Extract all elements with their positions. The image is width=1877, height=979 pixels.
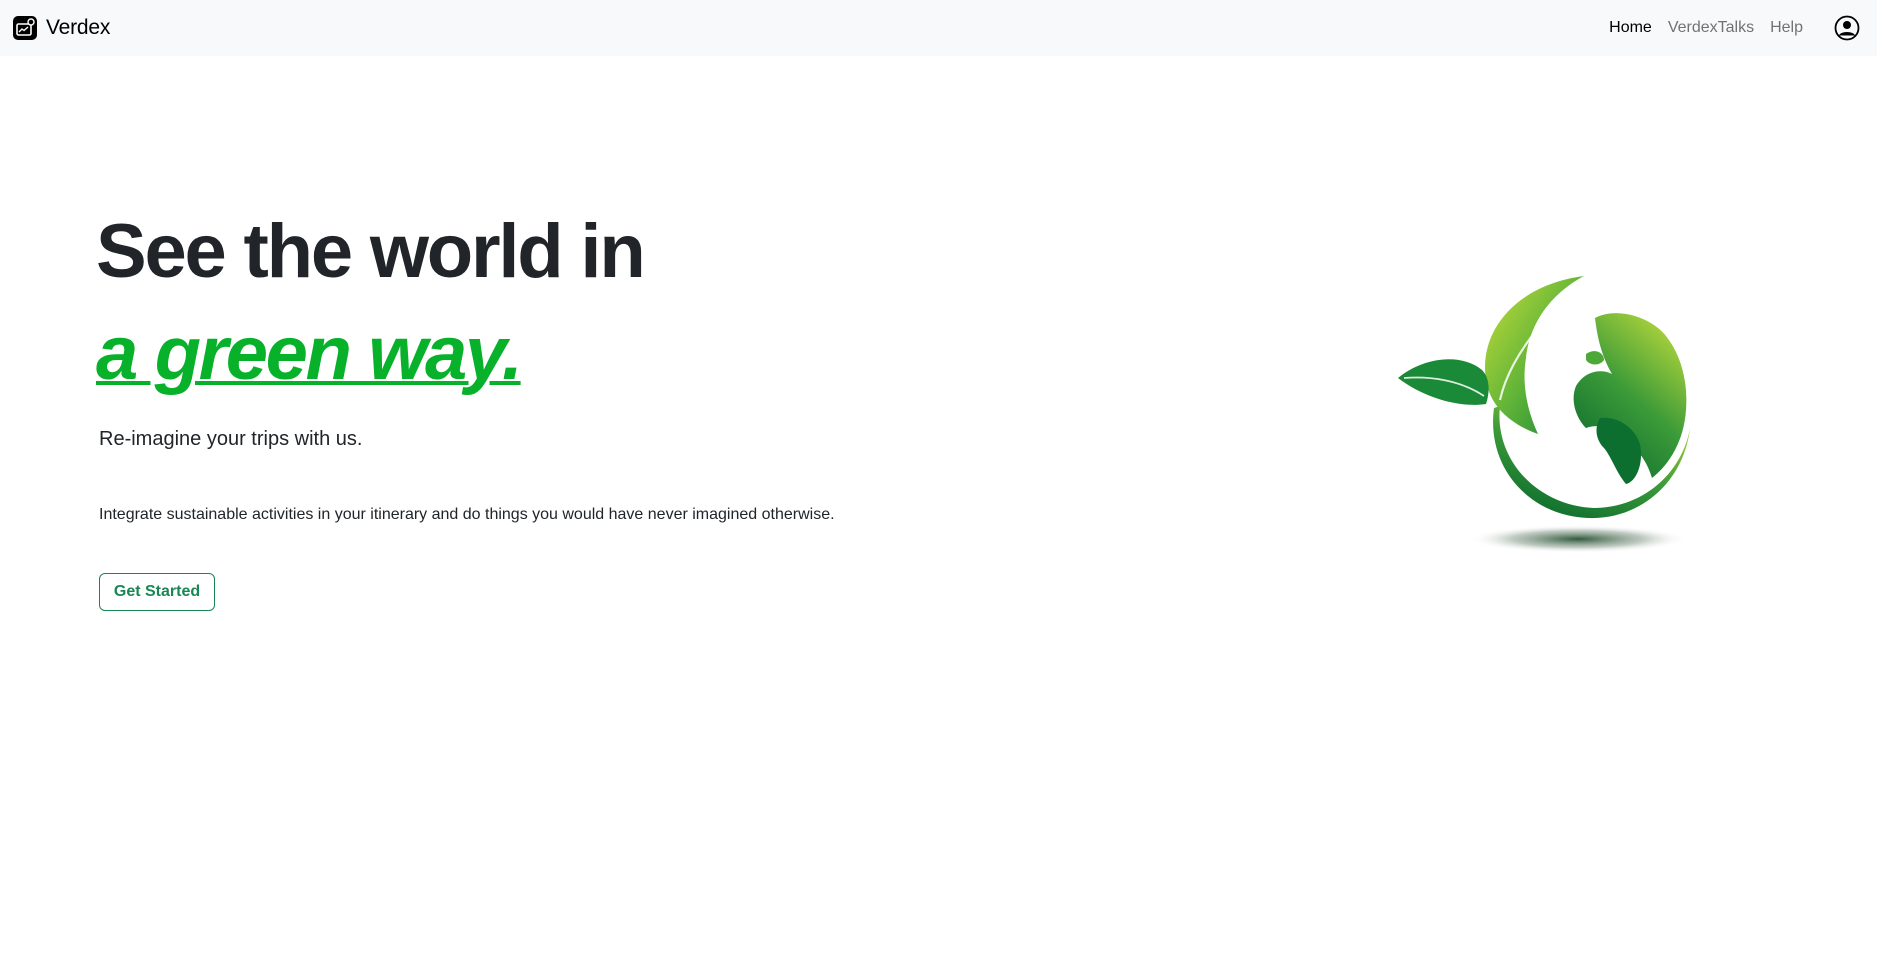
nav-link-help[interactable]: Help [1762, 11, 1811, 45]
nav-link-home[interactable]: Home [1601, 11, 1660, 45]
profile-button[interactable] [1833, 14, 1861, 42]
hero-description: Integrate sustainable activities in your… [99, 506, 835, 523]
brand-name: Verdex [46, 16, 111, 39]
hero-accent: a green way. [96, 311, 523, 396]
get-started-button[interactable]: Get Started [99, 573, 215, 611]
hero-subtitle: Re-imagine your trips with us. [99, 428, 363, 450]
nav-link-verdextalks[interactable]: VerdexTalks [1660, 11, 1762, 45]
nav-links: Home VerdexTalks Help [1601, 11, 1865, 45]
green-earth-logo [1390, 268, 1720, 558]
hero-title: See the world in [96, 209, 646, 294]
person-circle-icon [1834, 15, 1860, 41]
brand-link[interactable]: Verdex [12, 15, 110, 41]
ticket-icon [12, 15, 38, 41]
navbar: Verdex Home VerdexTalks Help [0, 0, 1877, 56]
